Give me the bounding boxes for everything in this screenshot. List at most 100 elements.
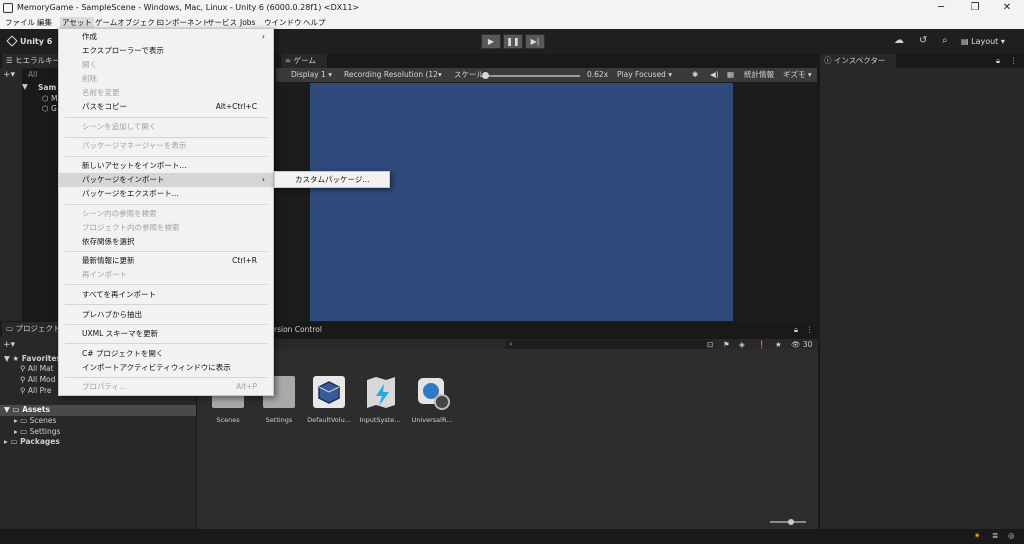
scene-expand-icon[interactable]: ▼ bbox=[22, 82, 28, 91]
asset-item[interactable]: DefaultVolu... bbox=[305, 376, 353, 424]
asset-item[interactable]: UniversalR... bbox=[408, 376, 456, 424]
tab-project[interactable]: ▭ プロジェクト bbox=[2, 322, 62, 336]
favorite-item[interactable]: ⚲ All Mat bbox=[20, 364, 54, 373]
more-icon[interactable]: ⋮ bbox=[806, 325, 814, 334]
menu-item-import-new-asset[interactable]: 新しいアセットをインポート... bbox=[59, 159, 273, 173]
scene-label[interactable]: Sam bbox=[38, 83, 56, 92]
menu-file[interactable]: ファイル bbox=[5, 17, 35, 28]
menu-item-reimport: 再インポート bbox=[82, 270, 127, 279]
thumbnail-size-slider[interactable] bbox=[770, 519, 806, 525]
resolution-dropdown[interactable]: Recording Resolution (12▾ bbox=[344, 69, 442, 81]
unity-account-button[interactable]: Unity 6 bbox=[4, 35, 56, 49]
menu-separator bbox=[65, 284, 267, 285]
menu-item-export-package[interactable]: パッケージをエクスポート... bbox=[59, 187, 273, 201]
scale-slider[interactable] bbox=[482, 72, 580, 79]
menu-item-show-in-explorer[interactable]: エクスプローラーで表示 bbox=[59, 44, 273, 58]
menu-separator bbox=[65, 343, 267, 344]
menu-item-find-in-scene: シーン内の参照を検索 bbox=[82, 209, 157, 218]
filter-type-icon[interactable]: ⊡ bbox=[707, 340, 713, 349]
keyboard-icon[interactable]: ▦ bbox=[727, 69, 734, 81]
menu-component[interactable]: コンポーネント bbox=[157, 17, 210, 28]
menu-window[interactable]: ウインドウ bbox=[264, 17, 302, 28]
tab-hierarchy[interactable]: ☰ ヒエラルキー bbox=[2, 54, 62, 68]
hierarchy-item[interactable]: ⬡ G bbox=[42, 104, 57, 113]
menu-item-create[interactable]: 作成 › bbox=[59, 30, 273, 44]
cloud-icon[interactable]: ☁ bbox=[894, 36, 904, 46]
menu-item-extract-from-prefab[interactable]: プレハブから抽出 bbox=[59, 308, 273, 322]
more-icon[interactable]: ⋮ bbox=[1010, 56, 1018, 65]
thumbnail-slider-knob[interactable] bbox=[788, 519, 794, 525]
mute-audio-icon[interactable]: ◀) bbox=[710, 69, 719, 81]
menu-gameobject[interactable]: ゲームオブジェクト bbox=[95, 17, 162, 28]
play-focused-dropdown[interactable]: Play Focused ▾ bbox=[617, 69, 672, 81]
tag-icon[interactable]: ◈ bbox=[739, 340, 745, 349]
play-button[interactable]: ▶ bbox=[481, 34, 501, 49]
asset-item[interactable]: InputSyste... bbox=[356, 376, 404, 424]
cube-icon bbox=[318, 381, 340, 404]
hierarchy-item[interactable]: ⬡ M bbox=[42, 94, 57, 103]
create-button[interactable]: +▾ bbox=[3, 340, 15, 350]
menu-assets[interactable]: アセット bbox=[60, 17, 94, 28]
tab-inspector[interactable]: ⓘ インスペクター bbox=[820, 54, 896, 68]
lock-icon[interactable]: 🔒︎ bbox=[996, 56, 1000, 66]
game-viewport[interactable] bbox=[310, 83, 733, 321]
display-dropdown[interactable]: Display 1 ▾ bbox=[291, 69, 332, 81]
game-tab-header bbox=[276, 54, 818, 68]
activity-icon[interactable]: ✷ bbox=[974, 531, 980, 540]
warning-icon[interactable]: ❗ bbox=[757, 340, 766, 349]
layout-dropdown[interactable]: ▤ Layout ▾ bbox=[961, 35, 1005, 49]
star-icon[interactable]: ★ bbox=[775, 340, 782, 349]
search-icon: ⚲ bbox=[20, 375, 26, 384]
pause-button[interactable]: ❚❚ bbox=[503, 34, 523, 49]
history-icon[interactable]: ↺ bbox=[919, 36, 927, 46]
menu-item-reimport-all[interactable]: すべてを再インポート bbox=[59, 288, 273, 302]
menu-item-copy-path[interactable]: パスをコピー Alt+Ctrl+C bbox=[59, 100, 273, 114]
step-button[interactable]: ▶| bbox=[525, 34, 545, 49]
menu-item-select-dependencies[interactable]: 依存関係を選択 bbox=[59, 235, 273, 249]
bug-icon[interactable]: ✱ bbox=[692, 69, 698, 81]
tab-version-control[interactable]: rsion Control bbox=[274, 325, 322, 334]
folder-item[interactable]: ▸ ▭ Scenes bbox=[14, 416, 56, 425]
menu-item-refresh[interactable]: 最新情報に更新 Ctrl+R bbox=[59, 254, 273, 268]
menu-item-open-scene-additive: シーンを追加して開く bbox=[82, 122, 157, 131]
assets-folder[interactable]: ▼ ▭ Assets bbox=[4, 405, 50, 414]
menu-help[interactable]: ヘルプ bbox=[303, 17, 326, 28]
chevron-right-icon: › bbox=[261, 32, 265, 41]
cache-server-icon[interactable]: ≣ bbox=[992, 531, 998, 540]
favorite-item[interactable]: ⚲ All Pre bbox=[20, 386, 52, 395]
menu-item-package-manager: パッケージマネージャーを表示 bbox=[82, 141, 187, 150]
folder-item[interactable]: ▸ ▭ Settings bbox=[14, 427, 60, 436]
gizmos-button[interactable]: ギズモ ▾ bbox=[783, 69, 812, 81]
tab-game[interactable]: ∞ ゲーム bbox=[281, 54, 327, 68]
search-icon[interactable]: ⌕ bbox=[942, 36, 948, 46]
pipeline-gear-icon bbox=[418, 378, 450, 410]
filter-label-icon[interactable]: ⚑ bbox=[723, 340, 730, 349]
close-button[interactable]: ✕ bbox=[996, 1, 1018, 15]
add-object-button[interactable]: +▾ bbox=[3, 70, 15, 80]
scale-slider-knob[interactable] bbox=[482, 72, 489, 79]
unity-logo-icon bbox=[6, 35, 18, 47]
stats-button[interactable]: 統計情報 bbox=[744, 69, 774, 81]
hierarchy-search-input[interactable]: All bbox=[28, 70, 37, 79]
menu-services[interactable]: サービス bbox=[207, 17, 237, 28]
title-bar: MemoryGame - SampleScene - Windows, Mac,… bbox=[0, 0, 1024, 16]
menu-item-open-csharp-project[interactable]: C# プロジェクトを開く bbox=[59, 347, 273, 361]
maximize-button[interactable]: ❐ bbox=[964, 1, 986, 15]
menu-item-update-uxml-schema[interactable]: UXML スキーマを更新 bbox=[59, 327, 273, 341]
map-bolt-icon bbox=[367, 377, 395, 408]
auto-refresh-icon[interactable]: ◎ bbox=[1008, 531, 1015, 540]
hidden-packages-icon[interactable]: 👁︎ 30 bbox=[791, 340, 812, 349]
minimize-button[interactable]: ─ bbox=[930, 1, 952, 15]
packages-folder[interactable]: ▸ ▭ Packages bbox=[4, 437, 60, 446]
gamepad-icon: ∞ bbox=[285, 56, 294, 65]
menu-item-custom-package[interactable]: カスタムパッケージ... bbox=[275, 173, 389, 187]
menu-item-import-package[interactable]: パッケージをインポート › bbox=[59, 173, 273, 187]
menu-jobs[interactable]: Jobs bbox=[240, 17, 255, 28]
menu-edit[interactable]: 編集 bbox=[37, 17, 52, 28]
lock-icon[interactable]: 🔒︎ bbox=[794, 325, 798, 335]
menu-item-view-in-import-activity[interactable]: インポートアクティビティウィンドウに表示 bbox=[59, 361, 273, 375]
input-actions-icon bbox=[364, 376, 396, 408]
favorite-item[interactable]: ⚲ All Mod bbox=[20, 375, 55, 384]
favorites-folder[interactable]: ▼ ★ Favorites bbox=[4, 354, 61, 363]
window-title: MemoryGame - SampleScene - Windows, Mac,… bbox=[17, 3, 360, 12]
